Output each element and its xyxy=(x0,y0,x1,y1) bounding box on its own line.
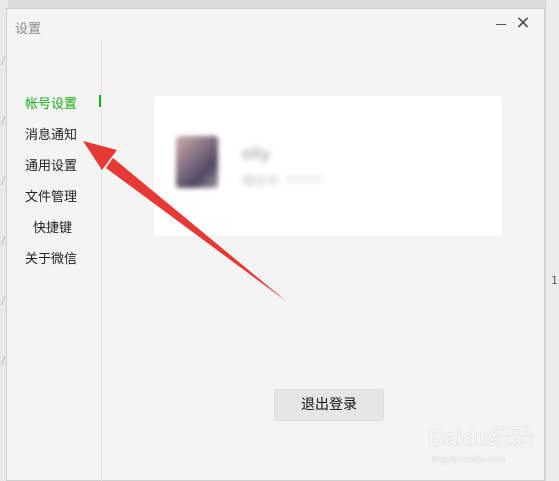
background-fragment: 1 xyxy=(551,274,558,287)
avatar xyxy=(176,136,218,188)
sidebar-item-general-settings[interactable]: 通用设置 xyxy=(25,155,77,174)
background-app-right-edge xyxy=(545,0,559,481)
window-title: 设置 xyxy=(15,22,42,37)
sidebar-item-shortcuts[interactable]: 快捷键 xyxy=(33,217,72,236)
settings-window: 设置 × 帐号设置 消息通知 通用设置 文件管理 快捷键 关于微信 olly 微… xyxy=(6,8,545,481)
account-nickname: olly xyxy=(242,144,271,163)
active-tab-indicator xyxy=(99,95,101,107)
account-id: 微信号: ****** xyxy=(242,174,322,188)
sidebar-item-account-settings[interactable]: 帐号设置 xyxy=(25,93,77,112)
settings-sidebar: 帐号设置 消息通知 通用设置 文件管理 快捷键 关于微信 xyxy=(7,39,102,481)
close-icon[interactable]: × xyxy=(514,12,532,34)
minimize-icon[interactable] xyxy=(494,17,508,31)
sidebar-item-about-wechat[interactable]: 关于微信 xyxy=(25,248,77,267)
logout-button[interactable]: 退出登录 xyxy=(274,389,384,421)
sidebar-item-file-management[interactable]: 文件管理 xyxy=(25,186,77,205)
account-card: olly 微信号: ****** xyxy=(154,96,502,236)
sidebar-item-message-notifications[interactable]: 消息通知 xyxy=(25,124,77,143)
